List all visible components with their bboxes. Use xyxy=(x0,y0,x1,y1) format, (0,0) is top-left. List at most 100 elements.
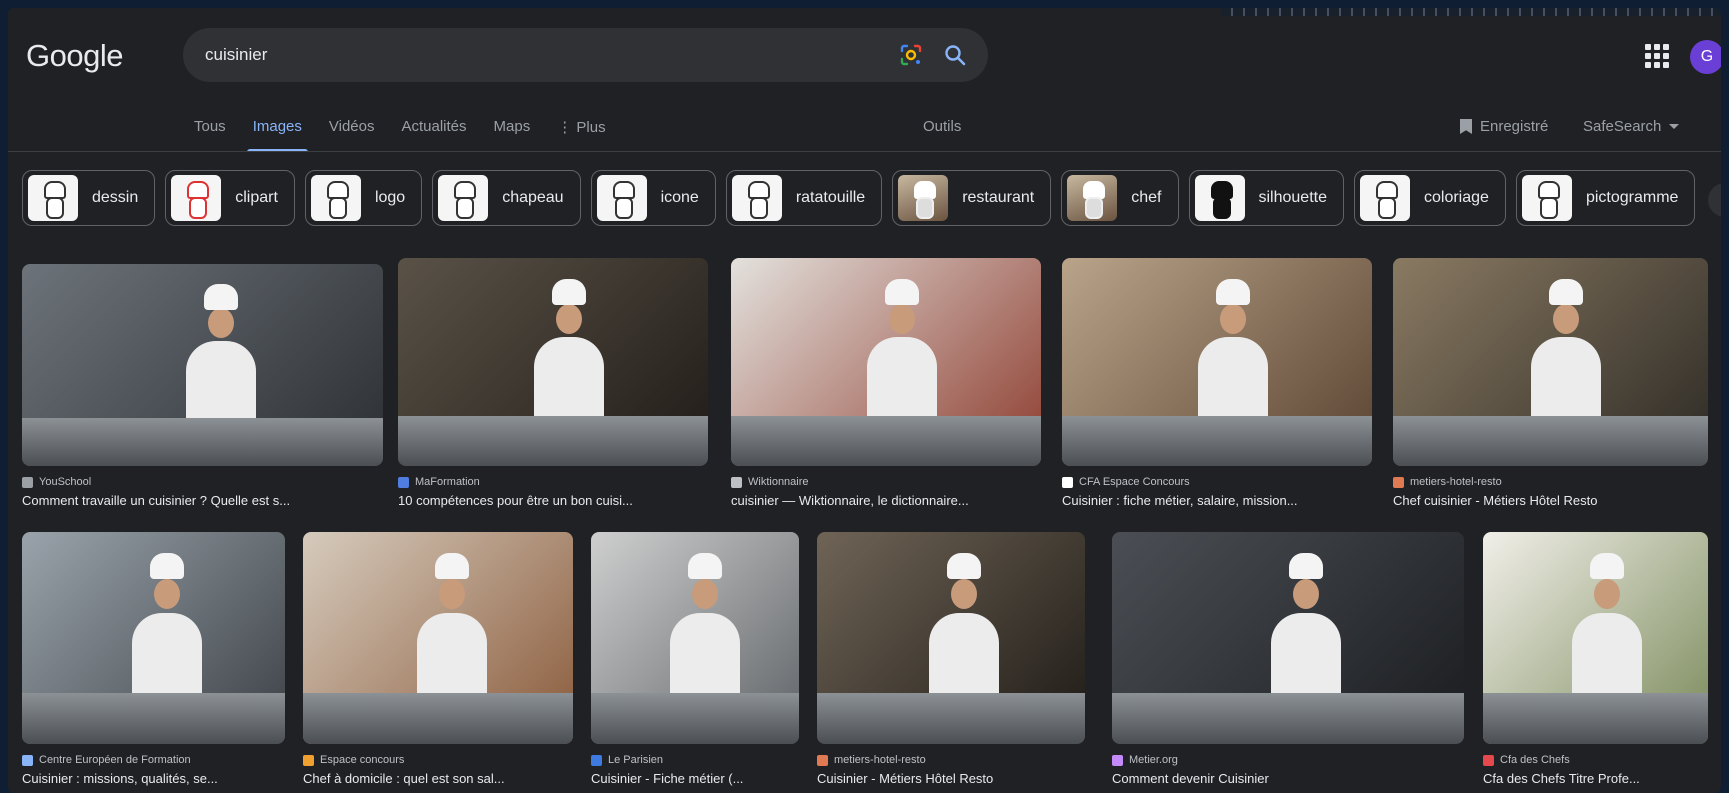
result-thumbnail[interactable] xyxy=(303,532,573,744)
chef-face xyxy=(1220,304,1246,334)
result-caption[interactable]: Cuisinier : missions, qualités, se... xyxy=(22,771,285,786)
tab-vidéos[interactable]: Vidéos xyxy=(329,118,375,152)
chef-face xyxy=(951,579,977,609)
result-thumbnail[interactable] xyxy=(398,258,708,466)
result-source[interactable]: Espace concours xyxy=(303,754,573,766)
result-source[interactable]: metiers-hotel-resto xyxy=(817,754,1085,766)
result-thumbnail[interactable] xyxy=(22,264,383,466)
result-caption[interactable]: Cuisinier - Métiers Hôtel Resto xyxy=(817,771,1085,786)
result-source[interactable]: CFA Espace Concours xyxy=(1062,476,1372,488)
saved-button[interactable]: Enregistré xyxy=(1460,118,1548,135)
tab-tous[interactable]: Tous xyxy=(194,118,226,152)
result-thumbnail[interactable] xyxy=(1483,532,1708,744)
kitchen-counter xyxy=(731,416,1041,466)
result-caption[interactable]: Cuisinier - Fiche métier (... xyxy=(591,771,799,786)
image-result[interactable]: Cfa des Chefs Cfa des Chefs Titre Profe..… xyxy=(1483,532,1708,786)
source-name: Metier.org xyxy=(1129,754,1178,766)
chip-label: coloriage xyxy=(1424,189,1489,206)
site-favicon-icon xyxy=(817,754,828,766)
chip-pictogramme[interactable]: pictogramme xyxy=(1515,170,1696,226)
result-caption[interactable]: Chef cuisinier - Métiers Hôtel Resto xyxy=(1393,493,1708,508)
site-favicon-icon xyxy=(731,476,742,488)
result-caption[interactable]: Chef à domicile : quel est son sal... xyxy=(303,771,573,786)
chip-silhouette[interactable]: silhouette xyxy=(1188,170,1344,226)
chip-label: clipart xyxy=(235,189,278,206)
result-caption[interactable]: Comment devenir Cuisinier xyxy=(1112,771,1464,786)
chip-coloriage[interactable]: coloriage xyxy=(1354,170,1506,226)
kitchen-counter xyxy=(303,693,573,744)
result-thumbnail[interactable] xyxy=(22,532,285,744)
result-caption[interactable]: Cuisinier : fiche métier, salaire, missi… xyxy=(1062,493,1372,508)
result-caption[interactable]: cuisinier — Wiktionnaire, le dictionnair… xyxy=(731,493,1041,508)
image-result[interactable]: metiers-hotel-resto Cuisinier - Métiers H… xyxy=(817,532,1085,786)
result-thumbnail[interactable] xyxy=(1062,258,1372,466)
chip-chef[interactable]: chef xyxy=(1061,170,1179,226)
browser-frame: Google G Tous Images Vidéos Actualités Maps ⋮… xyxy=(8,8,1721,793)
google-lens-icon[interactable] xyxy=(898,42,924,68)
image-result[interactable]: Wiktionnaire cuisinier — Wiktionnaire, le… xyxy=(731,258,1041,508)
source-name: Cfa des Chefs xyxy=(1500,754,1570,766)
chip-ratatouille[interactable]: ratatouille xyxy=(725,170,883,226)
image-result[interactable]: Centre Européen de Formation Cuisinier : … xyxy=(22,532,285,786)
safesearch-dropdown[interactable]: SafeSearch xyxy=(1583,118,1680,135)
chef-face xyxy=(154,579,180,609)
site-favicon-icon xyxy=(1062,476,1073,488)
chip-icone[interactable]: icone xyxy=(590,170,716,226)
result-source[interactable]: Wiktionnaire xyxy=(731,476,1041,488)
search-input[interactable] xyxy=(205,45,898,65)
result-source[interactable]: metiers-hotel-resto xyxy=(1393,476,1708,488)
chef-face xyxy=(1594,579,1620,609)
chip-label: pictogramme xyxy=(1585,189,1679,206)
tab-actualités[interactable]: Actualités xyxy=(401,118,466,152)
site-favicon-icon xyxy=(1393,476,1404,488)
image-result[interactable]: Le Parisien Cuisinier - Fiche métier (... xyxy=(591,532,799,786)
tools-button[interactable]: Outils xyxy=(923,118,961,135)
chip-thumbnail xyxy=(1360,175,1410,221)
result-thumbnail[interactable] xyxy=(1393,258,1708,466)
site-favicon-icon xyxy=(22,476,33,488)
image-result[interactable]: MaFormation 10 compétences pour être un b… xyxy=(398,258,708,508)
chip-thumbnail xyxy=(171,175,222,221)
source-name: Centre Européen de Formation xyxy=(39,754,191,766)
google-logo[interactable]: Google xyxy=(26,38,123,74)
site-favicon-icon xyxy=(303,754,314,766)
search-icon[interactable] xyxy=(944,44,966,66)
result-source[interactable]: Le Parisien xyxy=(591,754,799,766)
result-thumbnail[interactable] xyxy=(591,532,799,744)
result-source[interactable]: Centre Européen de Formation xyxy=(22,754,285,766)
image-result[interactable]: Espace concours Chef à domicile : quel es… xyxy=(303,532,573,786)
result-thumbnail[interactable] xyxy=(731,258,1041,466)
chip-label: silhouette xyxy=(1258,189,1328,206)
chef-face xyxy=(889,304,915,334)
image-result[interactable]: metiers-hotel-resto Chef cuisinier - Méti… xyxy=(1393,258,1708,508)
chip-restaurant[interactable]: restaurant xyxy=(892,170,1052,226)
chip-logo[interactable]: logo xyxy=(304,170,423,226)
tab-maps[interactable]: Maps xyxy=(494,118,531,152)
site-favicon-icon xyxy=(22,754,33,766)
image-result[interactable]: YouSchool Comment travaille un cuisinier … xyxy=(22,264,383,508)
result-caption[interactable]: Cfa des Chefs Titre Profe... xyxy=(1483,771,1708,786)
result-caption[interactable]: 10 compétences pour être un bon cuisi... xyxy=(398,493,708,508)
chip-chapeau[interactable]: chapeau xyxy=(432,170,581,226)
chip-clipart[interactable]: clipart xyxy=(165,170,295,226)
result-thumbnail[interactable] xyxy=(817,532,1085,744)
result-source[interactable]: MaFormation xyxy=(398,476,708,488)
tab-images[interactable]: Images xyxy=(246,118,309,152)
image-result[interactable]: Metier.org Comment devenir Cuisinier xyxy=(1112,532,1464,786)
chip-dessin[interactable]: dessin xyxy=(22,170,156,226)
account-avatar[interactable]: G xyxy=(1690,40,1721,74)
result-source[interactable]: YouSchool xyxy=(22,476,383,488)
source-name: metiers-hotel-resto xyxy=(834,754,926,766)
site-favicon-icon xyxy=(1112,754,1123,766)
search-bar[interactable] xyxy=(183,28,988,82)
chip-label: dessin xyxy=(92,189,139,206)
tab-plus[interactable]: ⋮ Plus xyxy=(557,118,605,152)
result-source[interactable]: Metier.org xyxy=(1112,754,1464,766)
apps-grid-icon[interactable] xyxy=(1645,44,1669,68)
result-source[interactable]: Cfa des Chefs xyxy=(1483,754,1708,766)
result-caption[interactable]: Comment travaille un cuisinier ? Quelle … xyxy=(22,493,383,508)
result-thumbnail[interactable] xyxy=(1112,532,1464,744)
chef-face xyxy=(1293,579,1319,609)
chef-face xyxy=(556,304,582,334)
image-result[interactable]: CFA Espace Concours Cuisinier : fiche mét… xyxy=(1062,258,1372,508)
